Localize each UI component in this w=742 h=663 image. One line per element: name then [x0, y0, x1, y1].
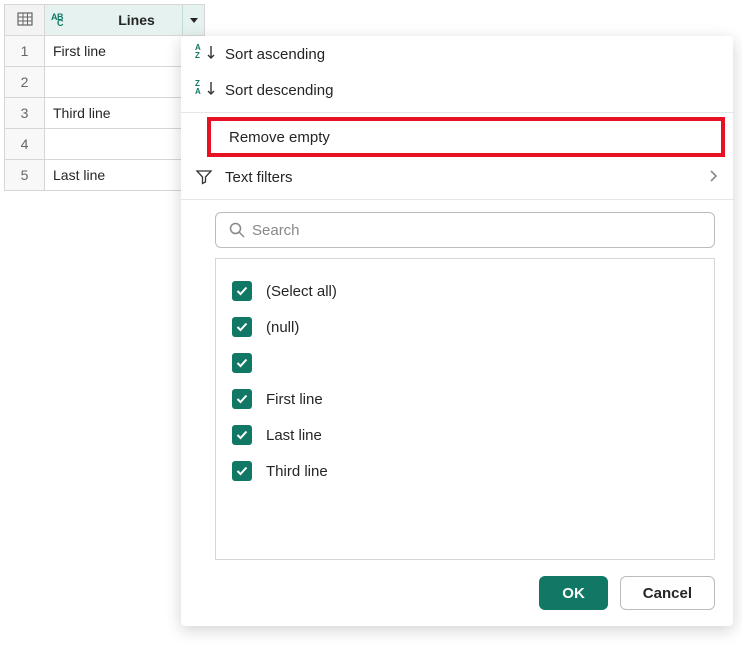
- checkbox-checked-icon[interactable]: [232, 317, 252, 337]
- checkbox-checked-icon[interactable]: [232, 461, 252, 481]
- filter-item[interactable]: Third line: [232, 453, 698, 489]
- cancel-button[interactable]: Cancel: [620, 576, 715, 610]
- filter-item[interactable]: (null): [232, 309, 698, 345]
- sort-descending-icon: ZA: [195, 80, 225, 100]
- filter-label: (null): [266, 319, 299, 336]
- filter-item[interactable]: [232, 345, 698, 381]
- button-row: OK Cancel: [181, 560, 733, 610]
- table-icon: [17, 12, 33, 26]
- column-header-lines[interactable]: ABC Lines: [45, 5, 205, 36]
- filter-dropdown-panel: AZ Sort ascending ZA Sort descending Rem…: [181, 36, 733, 626]
- checkbox-checked-icon[interactable]: [232, 281, 252, 301]
- menu-sort-descending[interactable]: ZA Sort descending: [181, 72, 733, 108]
- data-grid: ABC Lines 1First line 2 3Third line 4 5L…: [4, 4, 205, 191]
- menu-separator: [181, 199, 733, 200]
- menu-separator: [181, 112, 733, 113]
- filter-label: First line: [266, 391, 323, 408]
- menu-sort-ascending[interactable]: AZ Sort ascending: [181, 36, 733, 72]
- text-type-icon: ABC: [51, 13, 69, 27]
- column-name: Lines: [75, 12, 198, 28]
- filter-icon: [195, 168, 225, 186]
- menu-label: Text filters: [225, 169, 709, 186]
- search-input[interactable]: [252, 222, 702, 239]
- chevron-right-icon: [709, 169, 719, 186]
- menu-label: Sort ascending: [225, 46, 719, 63]
- highlight-box: Remove empty: [207, 117, 725, 157]
- ok-button[interactable]: OK: [539, 576, 608, 610]
- checkbox-checked-icon[interactable]: [232, 389, 252, 409]
- filter-label: Third line: [266, 463, 328, 480]
- row-number: 5: [5, 160, 45, 191]
- checkbox-checked-icon[interactable]: [232, 353, 252, 373]
- sort-ascending-icon: AZ: [195, 44, 225, 64]
- menu-text-filters[interactable]: Text filters: [181, 159, 733, 195]
- filter-value-list: (Select all) (null) First line Last line…: [215, 258, 715, 560]
- row-number: 2: [5, 67, 45, 98]
- menu-label: Sort descending: [225, 82, 719, 99]
- filter-label: Last line: [266, 427, 322, 444]
- filter-label: (Select all): [266, 283, 337, 300]
- filter-item-select-all[interactable]: (Select all): [232, 273, 698, 309]
- row-number: 4: [5, 129, 45, 160]
- search-icon: [228, 221, 246, 239]
- filter-item[interactable]: Last line: [232, 417, 698, 453]
- checkbox-checked-icon[interactable]: [232, 425, 252, 445]
- filter-item[interactable]: First line: [232, 381, 698, 417]
- column-dropdown-button[interactable]: [182, 5, 204, 35]
- menu-remove-empty[interactable]: Remove empty: [211, 121, 721, 153]
- chevron-down-icon: [190, 18, 198, 23]
- row-number: 1: [5, 36, 45, 67]
- search-box[interactable]: [215, 212, 715, 248]
- menu-label: Remove empty: [229, 129, 707, 146]
- row-number: 3: [5, 98, 45, 129]
- row-num-header[interactable]: [5, 5, 45, 36]
